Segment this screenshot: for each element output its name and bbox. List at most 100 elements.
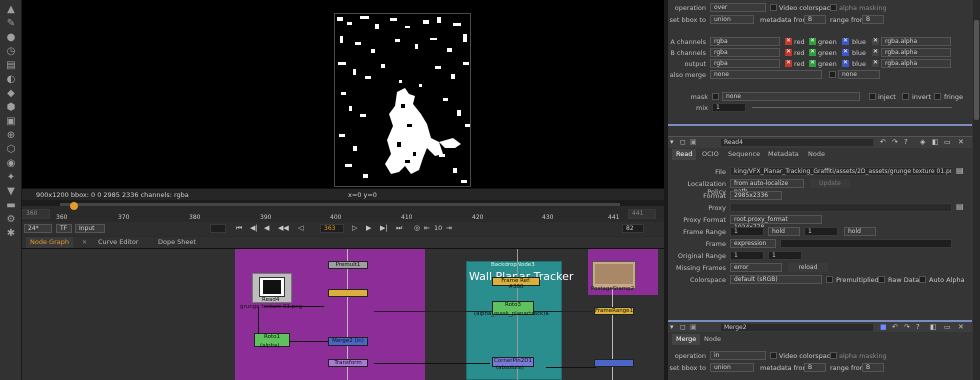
- skip-forward-icon[interactable]: ⇥: [446, 224, 452, 232]
- help-icon[interactable]: ?: [904, 138, 908, 146]
- metadata-from-dropdown[interactable]: B: [804, 15, 826, 24]
- b-alpha-dropdown[interactable]: rgba.alpha: [881, 48, 951, 57]
- filter-icon[interactable]: ◆: [4, 86, 18, 100]
- step-back-icon[interactable]: ◁: [298, 224, 303, 232]
- views-icon[interactable]: ◉: [4, 156, 18, 170]
- close-panel-icon[interactable]: ✕: [958, 138, 964, 146]
- alpha-masking-checkbox[interactable]: [830, 4, 837, 11]
- tab-read[interactable]: Read: [672, 149, 697, 160]
- tf-dropdown[interactable]: TF: [56, 224, 72, 233]
- redo-icon[interactable]: ↷: [892, 138, 898, 146]
- auto-alpha-checkbox[interactable]: [919, 276, 926, 283]
- step-size[interactable]: 10: [434, 224, 442, 232]
- mix-field[interactable]: 1: [712, 103, 746, 112]
- furnace-icon[interactable]: ✱: [4, 226, 18, 240]
- minimize-icon[interactable]: ▭: [944, 138, 951, 146]
- mask-checkbox[interactable]: [712, 93, 719, 100]
- out-blue-checkbox[interactable]: ✕: [842, 60, 849, 67]
- undo-icon[interactable]: ↶: [892, 323, 898, 331]
- colorspace-dropdown[interactable]: default (sRGB): [730, 275, 822, 284]
- also-merge-checkbox[interactable]: [829, 71, 836, 78]
- timeline-start-field[interactable]: 360: [22, 209, 50, 219]
- proxy-browse-icon[interactable]: ▤: [956, 202, 964, 211]
- settings-icon[interactable]: ◈: [920, 138, 925, 146]
- step-forward-icon[interactable]: ▷: [352, 224, 357, 232]
- frame-field[interactable]: [780, 239, 952, 248]
- restore-icon[interactable]: ◧: [930, 323, 937, 331]
- input-dropdown[interactable]: Input: [75, 224, 105, 233]
- in-point-field[interactable]: [210, 224, 226, 233]
- merge2-alpha-masking-checkbox[interactable]: [830, 352, 837, 359]
- out-red-checkbox[interactable]: ✕: [785, 60, 792, 67]
- tab-merge[interactable]: Merge: [672, 334, 701, 345]
- close-panel-icon[interactable]: ✕: [958, 323, 964, 331]
- a-alpha-checkbox[interactable]: ✕: [872, 38, 879, 45]
- transform-node-icon[interactable]: ⊕: [4, 128, 18, 142]
- frame-range-after[interactable]: hold: [844, 227, 876, 236]
- also-merge-dropdown-2[interactable]: none: [838, 70, 880, 79]
- premultiplied-checkbox[interactable]: [826, 276, 833, 283]
- collapse-icon[interactable]: ▾: [670, 138, 674, 146]
- playhead-icon[interactable]: [70, 202, 78, 210]
- draw-icon[interactable]: ●: [4, 30, 18, 44]
- metadata-icon[interactable]: ✦: [4, 170, 18, 184]
- invert-checkbox[interactable]: [902, 93, 909, 100]
- original-range-end[interactable]: 1: [768, 251, 802, 260]
- reload-button[interactable]: reload: [788, 263, 828, 272]
- fps-dropdown[interactable]: 24*: [24, 224, 52, 233]
- select-icon[interactable]: ▲: [4, 2, 18, 16]
- float-icon[interactable]: ◻: [680, 138, 686, 146]
- transform-node[interactable]: [328, 289, 368, 297]
- set-bbox-dropdown[interactable]: union: [710, 15, 754, 24]
- redo-icon[interactable]: ↷: [904, 323, 910, 331]
- tab-dope-sheet[interactable]: Dope Sheet: [154, 237, 200, 248]
- timeline-end-field[interactable]: 441: [628, 209, 656, 219]
- premult-node[interactable]: Premult1: [328, 261, 368, 269]
- output-dropdown[interactable]: rgba: [710, 59, 780, 68]
- a-blue-checkbox[interactable]: ✕: [842, 38, 849, 45]
- restore-icon[interactable]: ◧: [932, 138, 939, 146]
- tab-ocio[interactable]: OCIO: [698, 149, 723, 160]
- proxy-field[interactable]: [730, 203, 952, 212]
- float-icon[interactable]: ◻: [680, 323, 686, 331]
- undo-icon[interactable]: ↶: [880, 138, 886, 146]
- file-browse-icon[interactable]: ▤: [956, 166, 964, 175]
- video-colorspace-checkbox[interactable]: [770, 4, 777, 11]
- node-graph[interactable]: BackdropNode3 Wall Planar Tracker Premul…: [22, 249, 664, 380]
- mix-slider[interactable]: [752, 107, 952, 108]
- toolsets-icon[interactable]: ▼: [4, 184, 18, 198]
- last-frame-icon[interactable]: ⏭: [396, 224, 402, 233]
- transform-icon[interactable]: ✎: [4, 16, 18, 30]
- framerange-node[interactable]: FrameRange1: [594, 307, 634, 315]
- frame-mode-dropdown[interactable]: expression: [730, 239, 776, 248]
- tab-curve-editor[interactable]: Curve Editor: [94, 237, 142, 248]
- read4-name-field[interactable]: Read4: [720, 138, 874, 147]
- channel-icon[interactable]: ▤: [4, 58, 18, 72]
- transform-node-2[interactable]: Transform: [328, 359, 368, 367]
- frame-range-end[interactable]: 1: [804, 227, 838, 236]
- keyer-icon[interactable]: ⬢: [4, 100, 18, 114]
- prev-frame-icon[interactable]: ◀: [264, 224, 269, 232]
- tab-node[interactable]: Node: [700, 334, 725, 345]
- b-blue-checkbox[interactable]: ✕: [842, 49, 849, 56]
- raw-data-checkbox[interactable]: [878, 276, 885, 283]
- b-alpha-checkbox[interactable]: ✕: [872, 49, 879, 56]
- merge2-range-from-dropdown[interactable]: B: [862, 363, 884, 372]
- a-green-checkbox[interactable]: ✕: [809, 38, 816, 45]
- merge2-operation-dropdown[interactable]: in: [710, 351, 766, 360]
- prev-key-icon[interactable]: ◀|: [250, 224, 258, 232]
- timeline[interactable]: 360 441 360 370 380 390 400 410 420 430 …: [22, 200, 664, 222]
- tab-node[interactable]: Node: [804, 149, 829, 160]
- also-merge-dropdown[interactable]: none: [710, 70, 822, 79]
- inject-checkbox[interactable]: [869, 93, 876, 100]
- postage-stamp-node[interactable]: [592, 261, 636, 289]
- a-channels-dropdown[interactable]: rgba: [710, 37, 780, 46]
- frame-range-start[interactable]: 1: [730, 227, 764, 236]
- next-frame-icon[interactable]: ▶|: [380, 224, 388, 232]
- frame-ref-node[interactable]: Frame Ref: #360: [492, 277, 540, 290]
- properties-scrollbar[interactable]: [973, 0, 980, 380]
- merge2-node[interactable]: Merge2 (in): [328, 337, 368, 346]
- frame-range-before[interactable]: hold: [768, 227, 800, 236]
- merge2-video-colorspace-checkbox[interactable]: [770, 352, 777, 359]
- a-red-checkbox[interactable]: ✕: [785, 38, 792, 45]
